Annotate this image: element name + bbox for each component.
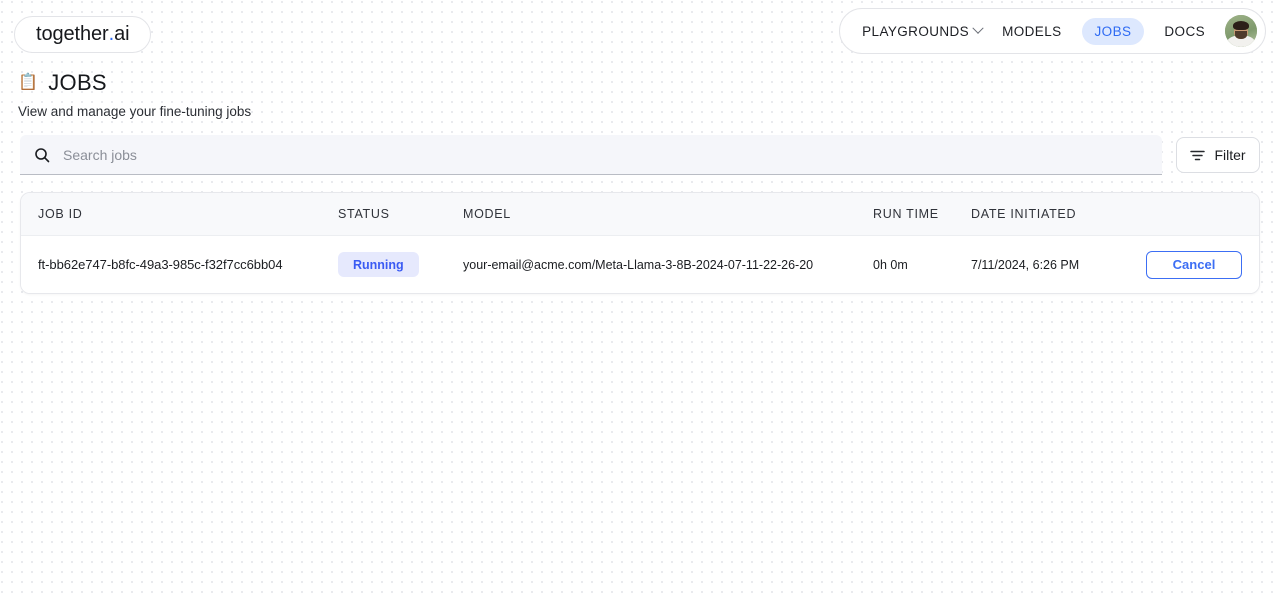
search-toolbar: Filter [20, 135, 1260, 175]
brand-logo[interactable]: together.ai [14, 16, 151, 53]
column-header-run-time: RUN TIME [873, 207, 971, 221]
column-header-status: STATUS [338, 207, 463, 221]
search-icon [34, 147, 50, 163]
cell-run-time: 0h 0m [873, 258, 971, 272]
search-field[interactable] [20, 135, 1162, 175]
column-header-date-initiated: DATE INITIATED [971, 207, 1131, 221]
avatar-beard [1235, 31, 1247, 39]
filter-button-label: Filter [1214, 147, 1245, 163]
cell-actions: Cancel [1131, 251, 1242, 279]
clipboard-icon: 📋 [18, 75, 38, 91]
avatar-hair [1233, 21, 1249, 30]
filter-button[interactable]: Filter [1176, 137, 1260, 173]
top-bar: together.ai PLAYGROUNDS MODELS JOBS DOCS [0, 0, 1280, 60]
filter-icon [1190, 149, 1205, 162]
page-title: 📋 JOBS [18, 70, 251, 96]
nav-item-label: PLAYGROUNDS [862, 24, 969, 39]
chevron-down-icon [972, 23, 983, 34]
cell-job-id: ft-bb62e747-b8fc-49a3-985c-f32f7cc6bb04 [38, 257, 338, 272]
nav-item-docs[interactable]: DOCS [1164, 24, 1205, 39]
table-row[interactable]: ft-bb62e747-b8fc-49a3-985c-f32f7cc6bb04 … [21, 236, 1259, 293]
nav-item-models[interactable]: MODELS [1002, 24, 1061, 39]
column-header-model: MODEL [463, 207, 873, 221]
search-input[interactable] [63, 147, 1148, 163]
jobs-table: JOB ID STATUS MODEL RUN TIME DATE INITIA… [20, 192, 1260, 294]
brand-suffix: ai [114, 23, 129, 46]
brand-name: together [36, 23, 109, 46]
cell-date-initiated: 7/11/2024, 6:26 PM [971, 258, 1131, 272]
cancel-button[interactable]: Cancel [1146, 251, 1242, 279]
avatar[interactable] [1225, 15, 1257, 47]
page-title-text: JOBS [48, 70, 107, 96]
nav-item-label: MODELS [1002, 24, 1061, 39]
nav-item-label: DOCS [1164, 24, 1205, 39]
page-header: 📋 JOBS View and manage your fine-tuning … [18, 70, 251, 119]
cell-model: your-email@acme.com/Meta-Llama-3-8B-2024… [463, 258, 873, 272]
nav-item-label: JOBS [1095, 24, 1132, 39]
table-header-row: JOB ID STATUS MODEL RUN TIME DATE INITIA… [21, 193, 1259, 236]
primary-nav: PLAYGROUNDS MODELS JOBS DOCS [839, 8, 1266, 54]
status-badge: Running [338, 252, 419, 277]
cell-status: Running [338, 252, 463, 277]
column-header-job-id: JOB ID [38, 207, 338, 221]
nav-item-playgrounds[interactable]: PLAYGROUNDS [862, 24, 982, 39]
nav-item-jobs[interactable]: JOBS [1082, 18, 1145, 45]
page-subtitle: View and manage your fine-tuning jobs [18, 104, 251, 119]
